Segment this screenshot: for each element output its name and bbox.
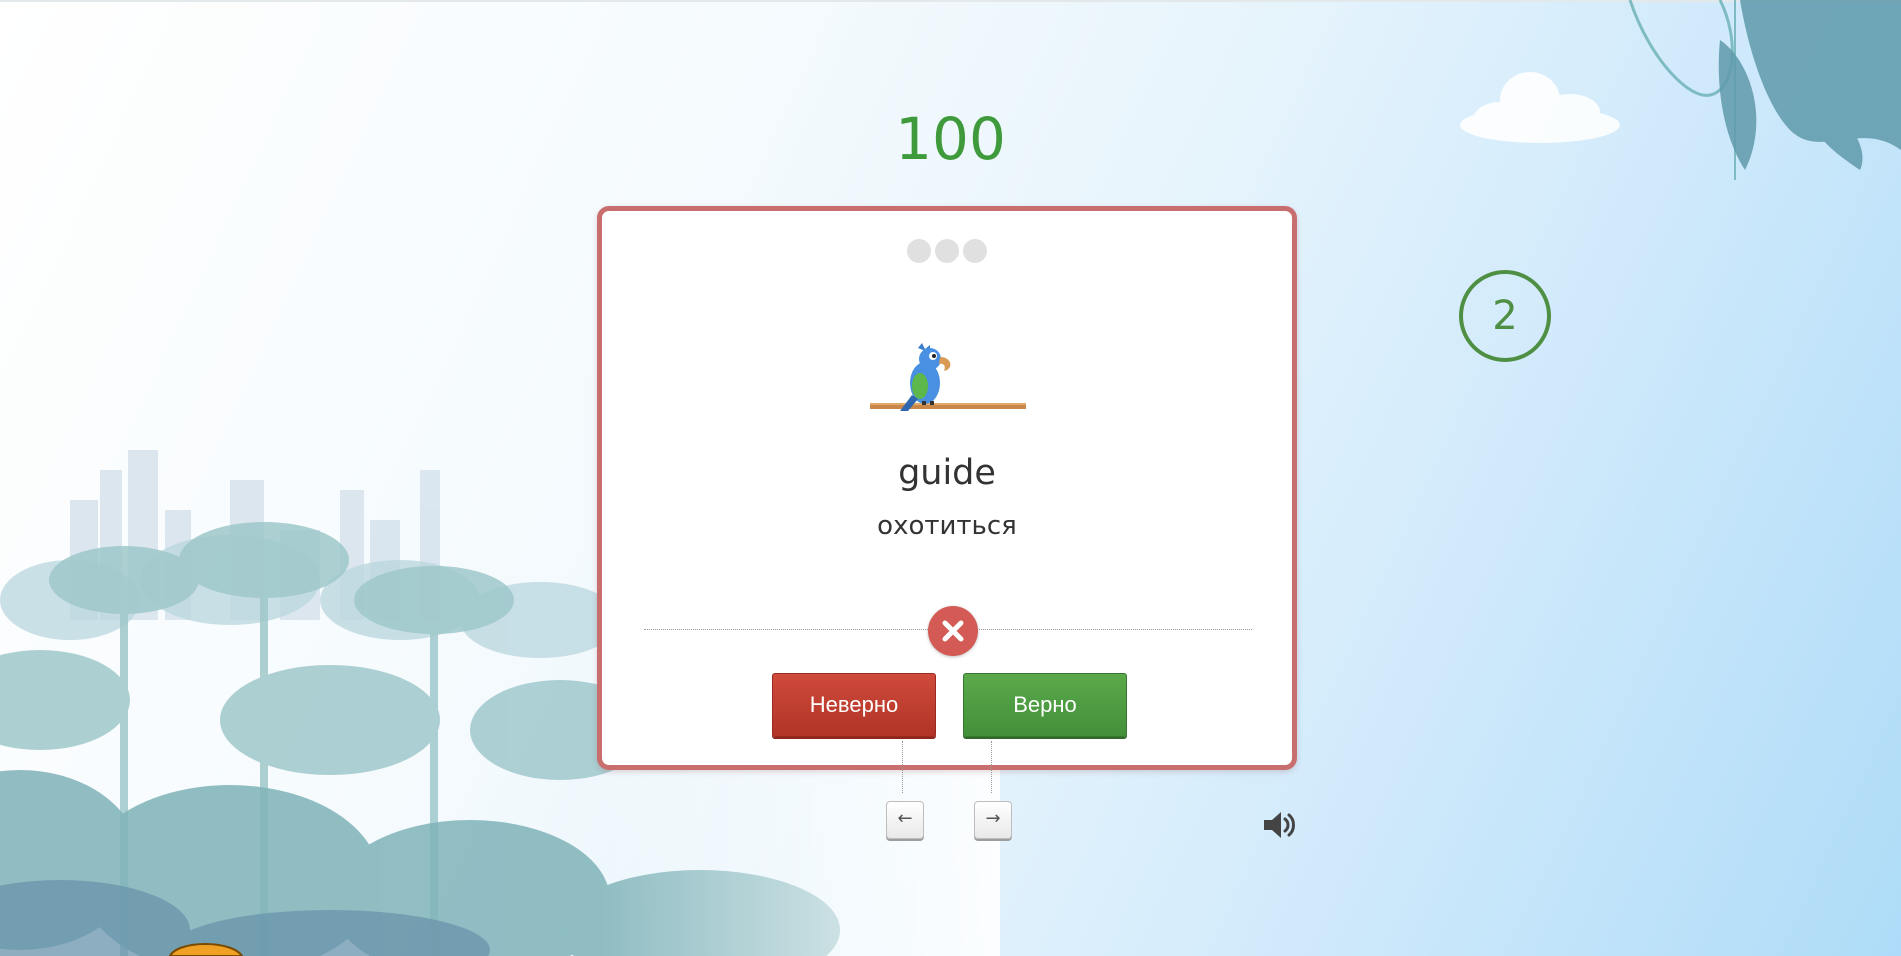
close-icon [942,620,964,642]
progress-dots [602,239,1292,267]
card-word: guide [898,453,996,493]
progress-dot [907,239,931,263]
parrot-on-branch-image [870,343,1026,411]
card-translation: охотиться [877,511,1017,541]
left-key-hint-line [902,741,903,793]
flashcard: guide охотиться Неверно Верно [597,206,1297,770]
result-badge [928,606,978,656]
timer-circle: 2 [1459,270,1551,362]
wrong-button[interactable]: Неверно [772,673,936,737]
score-counter: 100 [895,105,1006,173]
left-arrow-key[interactable]: ← [886,801,924,839]
right-button[interactable]: Верно [963,673,1127,737]
right-arrow-key[interactable]: → [974,801,1012,839]
progress-dot [935,239,959,263]
progress-dot [963,239,987,263]
speaker-icon[interactable] [1262,808,1298,842]
right-key-hint-line [991,741,992,793]
